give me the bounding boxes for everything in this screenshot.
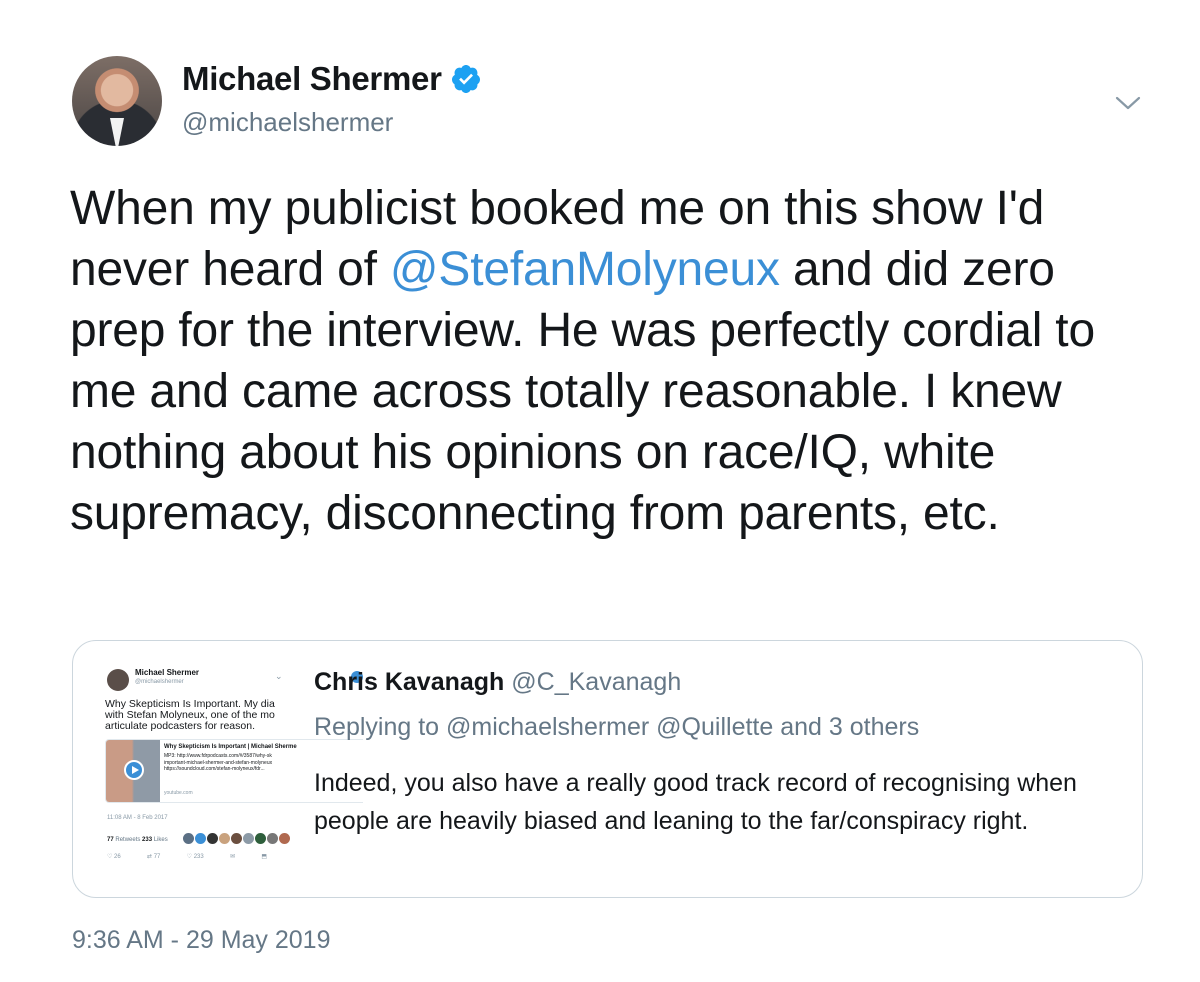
tweet-timestamp[interactable]: 9:36 AM - 29 May 2019 — [72, 926, 330, 955]
thumb-chevron-icon: ⌄ — [275, 671, 283, 681]
quoted-replying-to: Replying to @michaelshermer @Quillette a… — [314, 713, 920, 741]
thumb-reply-action: ♡ 26 — [107, 854, 121, 860]
thumb-retweet-action: ⇄ 77 — [147, 854, 161, 860]
quoted-author-handle[interactable]: @C_Kavanagh — [511, 668, 681, 696]
thumb-likes-label: Likes — [153, 837, 168, 843]
author-name-row[interactable]: Michael Shermer — [182, 60, 482, 98]
thumb-card-title: Why Skepticism Is Important | Michael Sh… — [164, 744, 297, 750]
thumb-card-image — [106, 740, 160, 802]
thumb-like-action: ♡ 233 — [186, 854, 204, 860]
thumb-share-action: ⬒ — [261, 854, 267, 860]
author-handle[interactable]: @michaelshermer — [182, 107, 393, 138]
thumb-card-url: youtube.com — [164, 790, 193, 796]
play-icon — [124, 760, 144, 780]
thumb-retweets-label: Retweets — [115, 837, 141, 843]
author-avatar[interactable] — [72, 56, 162, 146]
quoted-author-name[interactable]: Chris Kavanagh — [314, 668, 504, 696]
thumb-message-action: ✉ — [230, 854, 236, 860]
chevron-down-icon[interactable] — [1113, 88, 1143, 118]
mention-link[interactable]: @StefanMolyneux — [390, 243, 780, 296]
thumb-avatar — [107, 669, 129, 691]
thumb-actions: ♡ 26 ⇄ 77 ♡ 233 ✉ ⬒ — [107, 853, 267, 860]
thumb-liker-avatars — [183, 833, 290, 844]
thumb-stats: 77 Retweets 233 Likes — [107, 837, 168, 843]
thumb-author-name: Michael Shermer — [135, 668, 200, 677]
thumb-author-handle: @michaelshermer — [135, 679, 184, 685]
thumb-timestamp: 11:08 AM - 8 Feb 2017 — [107, 815, 168, 821]
thumb-like-count: 233 — [142, 837, 153, 843]
thumb-retweet-count: 77 — [107, 837, 114, 843]
verified-badge-icon — [451, 65, 480, 93]
quoted-tweet-text: Indeed, you also have a really good trac… — [314, 769, 1077, 835]
tweet-text: When my publicist booked me on this show… — [70, 178, 1140, 544]
author-name[interactable]: Michael Shermer — [182, 60, 442, 98]
quoted-author[interactable]: Chris Kavanagh @C_Kavanagh — [314, 668, 681, 697]
